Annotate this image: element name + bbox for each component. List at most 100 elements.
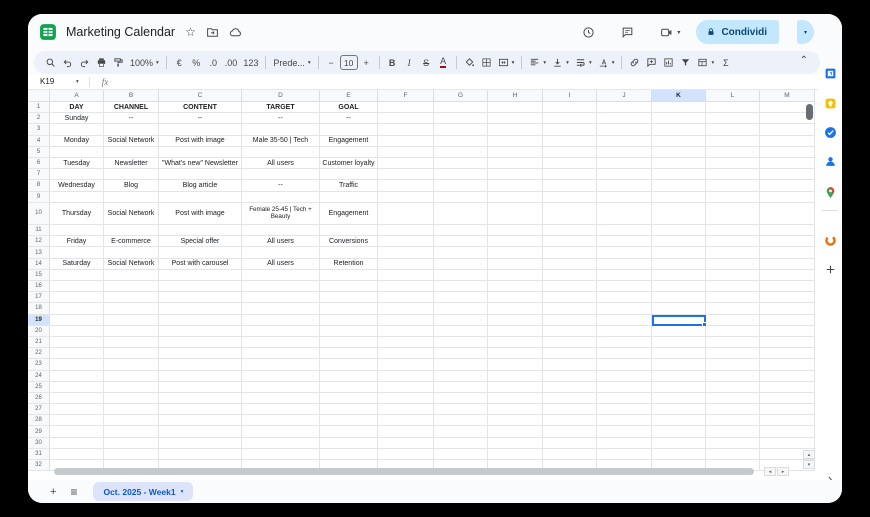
cell-F15[interactable] bbox=[378, 269, 434, 282]
row-header-6[interactable]: 6 bbox=[28, 157, 50, 170]
cell-M21[interactable] bbox=[760, 336, 815, 349]
cell-I6[interactable] bbox=[543, 157, 597, 170]
cell-K15[interactable] bbox=[652, 269, 706, 282]
cell-M30[interactable] bbox=[760, 437, 815, 449]
cell-I1[interactable] bbox=[543, 102, 597, 114]
row-header-22[interactable]: 22 bbox=[28, 348, 50, 360]
cell-M9[interactable] bbox=[760, 191, 815, 203]
cell-H13[interactable] bbox=[488, 247, 543, 259]
cell-G14[interactable] bbox=[434, 258, 488, 270]
cell-H2[interactable] bbox=[488, 113, 543, 125]
grid-corner[interactable] bbox=[28, 90, 50, 102]
cell-E22[interactable] bbox=[320, 348, 378, 360]
cell-I20[interactable] bbox=[543, 325, 597, 337]
row-header-26[interactable]: 26 bbox=[28, 392, 50, 405]
cell-K6[interactable] bbox=[652, 157, 706, 170]
cell-G2[interactable] bbox=[434, 113, 488, 125]
document-title[interactable]: Marketing Calendar bbox=[66, 25, 175, 39]
cell-D27[interactable] bbox=[242, 404, 320, 416]
cell-K30[interactable] bbox=[652, 437, 706, 449]
cell-H26[interactable] bbox=[488, 392, 543, 405]
cell-F1[interactable] bbox=[378, 102, 434, 114]
cell-H31[interactable] bbox=[488, 448, 543, 461]
cell-C28[interactable] bbox=[159, 415, 242, 427]
meet-icon[interactable] bbox=[660, 26, 673, 39]
cell-B18[interactable] bbox=[104, 303, 159, 315]
cell-J19[interactable] bbox=[597, 314, 652, 326]
cell-G18[interactable] bbox=[434, 303, 488, 315]
toolbar-font-size-increase-button[interactable]: + bbox=[358, 53, 375, 72]
cell-K26[interactable] bbox=[652, 392, 706, 405]
cell-A24[interactable] bbox=[50, 370, 104, 382]
cell-F31[interactable] bbox=[378, 448, 434, 461]
cell-I5[interactable] bbox=[543, 146, 597, 158]
cell-E26[interactable] bbox=[320, 392, 378, 405]
column-header-J[interactable]: J bbox=[597, 90, 652, 102]
cell-A16[interactable] bbox=[50, 281, 104, 293]
cell-I14[interactable] bbox=[543, 258, 597, 270]
scroll-right-button[interactable]: ▸ bbox=[777, 467, 789, 476]
spreadsheet-grid[interactable]: ABCDEFGHIJKLM 1 DAY CHANNEL CONTENT TARGET GO… bbox=[28, 90, 815, 480]
meet-caret-icon[interactable]: ▾ bbox=[677, 29, 680, 36]
cell-G8[interactable] bbox=[434, 180, 488, 192]
cell-J9[interactable] bbox=[597, 191, 652, 203]
cell-I30[interactable] bbox=[543, 437, 597, 449]
cell-E15[interactable] bbox=[320, 269, 378, 282]
cell-A12[interactable]: Friday bbox=[50, 236, 104, 248]
cell-A6[interactable]: Tuesday bbox=[50, 157, 104, 170]
toolbar-format-currency-button[interactable]: € bbox=[171, 53, 188, 72]
cell-G15[interactable] bbox=[434, 269, 488, 282]
cell-K27[interactable] bbox=[652, 404, 706, 416]
cell-C12[interactable]: Special offer bbox=[159, 236, 242, 248]
cell-H20[interactable] bbox=[488, 325, 543, 337]
cell-I13[interactable] bbox=[543, 247, 597, 259]
cell-H11[interactable] bbox=[488, 225, 543, 237]
cell-G3[interactable] bbox=[434, 124, 488, 136]
cell-E13[interactable] bbox=[320, 247, 378, 259]
cell-A26[interactable] bbox=[50, 392, 104, 405]
cell-C31[interactable] bbox=[159, 448, 242, 461]
cell-D28[interactable] bbox=[242, 415, 320, 427]
cell-G29[interactable] bbox=[434, 426, 488, 438]
cell-D19[interactable] bbox=[242, 314, 320, 326]
cell-D11[interactable] bbox=[242, 225, 320, 237]
row-header-23[interactable]: 23 bbox=[28, 359, 50, 371]
row-header-12[interactable]: 12 bbox=[28, 236, 50, 248]
cell-D16[interactable] bbox=[242, 281, 320, 293]
cell-D14[interactable]: All users bbox=[242, 258, 320, 270]
cell-A21[interactable] bbox=[50, 336, 104, 349]
cell-A13[interactable] bbox=[50, 247, 104, 259]
cell-A29[interactable] bbox=[50, 426, 104, 438]
cell-I16[interactable] bbox=[543, 281, 597, 293]
cell-D22[interactable] bbox=[242, 348, 320, 360]
cell-E24[interactable] bbox=[320, 370, 378, 382]
all-sheets-icon[interactable]: ≡ bbox=[70, 485, 77, 499]
cell-G6[interactable] bbox=[434, 157, 488, 170]
cell-C10[interactable]: Post with image bbox=[159, 202, 242, 226]
cell-E29[interactable] bbox=[320, 426, 378, 438]
star-icon[interactable]: ☆ bbox=[185, 25, 196, 39]
cell-M18[interactable] bbox=[760, 303, 815, 315]
cell-B13[interactable] bbox=[104, 247, 159, 259]
cell-B31[interactable] bbox=[104, 448, 159, 461]
cell-J14[interactable] bbox=[597, 258, 652, 270]
cell-M16[interactable] bbox=[760, 281, 815, 293]
cell-G27[interactable] bbox=[434, 404, 488, 416]
row-header-24[interactable]: 24 bbox=[28, 370, 50, 382]
cell-F22[interactable] bbox=[378, 348, 434, 360]
cell-C21[interactable] bbox=[159, 336, 242, 349]
cell-H8[interactable] bbox=[488, 180, 543, 192]
toolbar-insert-link-icon[interactable] bbox=[626, 53, 643, 72]
cell-C8[interactable]: Blog article bbox=[159, 180, 242, 192]
row-header-5[interactable]: 5 bbox=[28, 146, 50, 158]
cell-C17[interactable] bbox=[159, 292, 242, 304]
row-header-3[interactable]: 3 bbox=[28, 124, 50, 136]
cell-E17[interactable] bbox=[320, 292, 378, 304]
cell-G11[interactable] bbox=[434, 225, 488, 237]
cell-C24[interactable] bbox=[159, 370, 242, 382]
cell-H24[interactable] bbox=[488, 370, 543, 382]
cell-B24[interactable] bbox=[104, 370, 159, 382]
cell-F12[interactable] bbox=[378, 236, 434, 248]
cell-F16[interactable] bbox=[378, 281, 434, 293]
cell-B28[interactable] bbox=[104, 415, 159, 427]
